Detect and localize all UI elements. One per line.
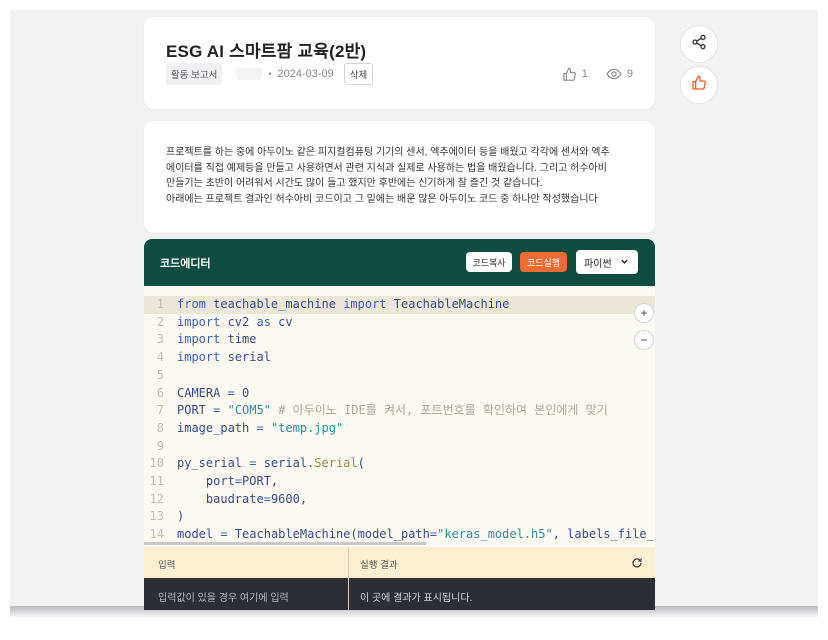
refresh-icon[interactable] xyxy=(631,556,643,574)
thumbs-up-icon[interactable] xyxy=(562,67,577,82)
body-line: 에이터를 직접 예제등을 만들고 사용하면서 관련 지식과 실제로 사용하는 법… xyxy=(166,162,607,174)
post-body: 프로젝트를 하는 중에 아두이노 같은 피지컬컴퓨팅 기기의 센서, 엑추에이터… xyxy=(166,145,636,207)
line-number: 3 xyxy=(156,332,164,347)
code-text[interactable]: from teachable_machine import TeachableM… xyxy=(177,296,509,314)
body-line: 만들기는 초반이 어려워서 시간도 많이 들고 했지만 후반에는 신기하게 잘 … xyxy=(166,178,543,189)
line-number: 11 xyxy=(149,474,164,488)
line-number: 4 xyxy=(156,350,164,365)
language-select[interactable]: 파이썬 xyxy=(576,250,638,274)
line-number: 12 xyxy=(149,491,164,506)
editor-header: 코드에디터 코드복사 코드실행 파이썬 xyxy=(144,239,655,286)
zoom-in-button[interactable]: + xyxy=(634,303,654,323)
category-badge: 활동 보고서 xyxy=(166,63,223,85)
like-count: 1 xyxy=(581,68,588,80)
code-line[interactable]: 7 PORT = "COM5" # 아두이노 IDE를 켜서, 포트번호를 확인하… xyxy=(144,402,655,420)
delete-button[interactable]: 삭제 xyxy=(343,63,374,85)
chevron-down-icon xyxy=(620,257,629,269)
output-panel: 이 곳에 결과가 표시됩니다. xyxy=(360,593,473,604)
body-line: 프로젝트를 하는 중에 아두이노 같은 피지컬컴퓨팅 기기의 센서, 엑추에이터… xyxy=(166,147,610,158)
code-line[interactable]: 3 import time xyxy=(144,331,655,349)
code-line[interactable]: 10 py_serial = serial.Serial( xyxy=(144,455,655,473)
code-line[interactable]: 6 CAMERA = 0 xyxy=(144,385,655,403)
author-name xyxy=(236,68,263,80)
horizontal-scrollbar[interactable] xyxy=(144,542,426,545)
code-area[interactable]: 1 from teachable_machine import Teachable… xyxy=(144,296,655,544)
minus-icon: − xyxy=(640,333,648,347)
code-text[interactable]: port=PORT, xyxy=(177,473,278,491)
code-line[interactable]: 12 baudrate=9600, xyxy=(144,491,655,509)
code-text[interactable]: image_path = "temp.jpg" xyxy=(177,420,343,438)
view-count: 9 xyxy=(626,68,633,80)
io-body: 입력값이 있을 경우 여기에 입력 이 곳에 결과가 표시됩니다. xyxy=(144,578,655,610)
code-text[interactable]: baudrate=9600, xyxy=(177,491,307,509)
like-button[interactable] xyxy=(680,66,718,104)
code-text[interactable]: import serial xyxy=(177,349,271,367)
eye-icon xyxy=(606,66,622,82)
code-text[interactable]: CAMERA = 0 xyxy=(177,385,249,403)
post-date: 2024-03-09 xyxy=(277,68,334,80)
body-line: 아래에는 프로젝트 결과인 허수아비 코드이고 그 밑에는 배운 많은 아두이노… xyxy=(166,193,598,205)
code-text[interactable]: py_serial = serial.Serial( xyxy=(177,455,365,473)
code-text[interactable]: import cv2 as cv xyxy=(177,314,293,332)
zoom-out-button[interactable]: − xyxy=(634,330,654,350)
line-number: 1 xyxy=(156,297,164,311)
code-line[interactable]: 11 port=PORT, xyxy=(144,473,655,491)
plus-icon: + xyxy=(640,306,648,320)
separator-dot: • xyxy=(268,69,272,79)
code-line[interactable]: 5 xyxy=(144,367,655,385)
code-line[interactable]: 1 from teachable_machine import Teachable… xyxy=(144,296,655,314)
line-number: 5 xyxy=(156,367,164,382)
post-header-card: ESG AI 스마트팜 교육(2반) 활동 보고서 • 2024-03-09 삭… xyxy=(144,17,655,109)
code-line[interactable]: 9 xyxy=(144,438,655,456)
code-editor: 코드에디터 코드복사 코드실행 파이썬 1 from teachable_mach… xyxy=(144,239,655,610)
line-number: 6 xyxy=(156,385,164,400)
line-number: 9 xyxy=(156,438,164,453)
input-field[interactable]: 입력값이 있을 경우 여기에 입력 xyxy=(158,589,289,604)
code-text[interactable]: ) xyxy=(177,508,184,526)
io-header: 입력 실행 결과 xyxy=(144,547,655,578)
run-code-button[interactable]: 코드실행 xyxy=(520,252,567,272)
share-icon xyxy=(691,34,707,55)
language-value: 파이썬 xyxy=(584,258,612,270)
input-label: 입력 xyxy=(158,560,176,571)
code-line[interactable]: 2 import cv2 as cv xyxy=(144,314,655,332)
line-number: 2 xyxy=(156,314,164,329)
output-label: 실행 결과 xyxy=(360,560,398,571)
post-stats: 1 9 xyxy=(562,66,633,82)
line-number: 13 xyxy=(149,509,164,524)
post-title: ESG AI 스마트팜 교육(2반) xyxy=(166,42,367,61)
code-line[interactable]: 13) xyxy=(144,508,655,526)
code-line[interactable]: 8 image_path = "temp.jpg" xyxy=(144,420,655,438)
thumbs-up-icon xyxy=(691,75,707,96)
line-number: 7 xyxy=(156,403,164,418)
line-number: 10 xyxy=(149,456,164,471)
code-line[interactable]: 4 import serial xyxy=(144,349,655,367)
copy-code-button[interactable]: 코드복사 xyxy=(466,252,512,272)
line-number: 8 xyxy=(156,420,164,435)
code-text[interactable]: PORT = "COM5" # 아두이노 IDE를 켜서, 포트번호를 확인하여… xyxy=(177,402,608,420)
share-button[interactable] xyxy=(680,25,718,63)
code-text[interactable]: import time xyxy=(177,331,256,349)
editor-title: 코드에디터 xyxy=(160,258,211,270)
post-body-card: 프로젝트를 하는 중에 아두이노 같은 피지컬컴퓨팅 기기의 센서, 엑추에이터… xyxy=(144,121,655,233)
io-divider xyxy=(348,547,349,610)
post-meta: 활동 보고서 • 2024-03-09 삭제 xyxy=(166,63,374,85)
